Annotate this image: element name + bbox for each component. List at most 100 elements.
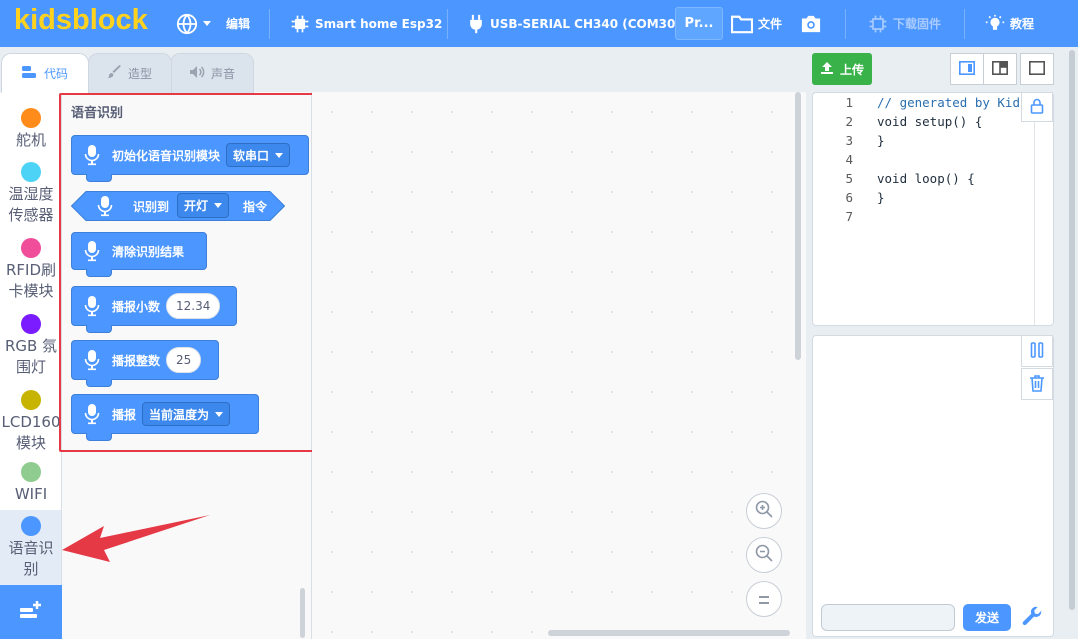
port-selector[interactable]: USB-SERIAL CH340 (COM30) — [467, 0, 681, 47]
add-extension-icon — [18, 600, 44, 625]
tab-costumes[interactable]: 造型 — [88, 53, 172, 93]
app-logo: kidsblock — [14, 4, 148, 36]
code-line: } — [877, 190, 885, 205]
brush-icon — [107, 65, 122, 82]
category-label: LCD160模块 — [1, 413, 61, 452]
add-extension-button[interactable] — [0, 585, 62, 639]
layout-split-icon — [992, 60, 1008, 78]
script-workspace[interactable] — [312, 92, 806, 639]
pause-icon — [1030, 341, 1044, 361]
plug-icon — [467, 14, 485, 34]
file-menu-label: 文件 — [758, 17, 783, 31]
lightbulb-icon — [985, 14, 1005, 34]
category-rgb-light[interactable]: RGB 氛围灯 — [0, 314, 61, 378]
serial-monitor[interactable] — [812, 335, 1054, 637]
device-name: Smart home Esp32 — [315, 16, 443, 31]
chip-outline-icon — [868, 14, 888, 34]
screenshot-button[interactable] — [800, 0, 822, 47]
category-color-dot — [21, 390, 41, 410]
download-firmware-label: 下载固件 — [893, 17, 942, 31]
port-name: USB-SERIAL CH340 (COM30) — [490, 16, 681, 31]
top-bar: kidsblock 编辑 Smart home Esp32 USB-SERIAL… — [0, 0, 1078, 47]
serial-input[interactable] — [821, 604, 955, 631]
code-icon — [21, 66, 38, 81]
line-number: 4 — [845, 152, 853, 167]
layout-split-button[interactable] — [983, 53, 1017, 85]
tab-code-label: 代码 — [43, 67, 68, 81]
send-button[interactable]: 发送 — [963, 604, 1011, 631]
layout-full-button[interactable] — [1020, 53, 1054, 85]
page-scrollbar[interactable] — [1069, 50, 1075, 610]
line-number: 5 — [845, 171, 853, 186]
zoom-out-button[interactable] — [746, 537, 782, 573]
category-menu: 舵机 温湿度传感器 RFID刷卡模块 RGB 氛围灯 LCD160模块 WIFI… — [0, 92, 62, 585]
upload-button[interactable]: 上传 — [812, 53, 872, 85]
folder-icon — [731, 14, 753, 34]
highlight-box-annotation — [59, 93, 321, 452]
zoom-reset-button[interactable] — [746, 581, 782, 617]
pause-button[interactable] — [1021, 335, 1053, 367]
category-color-dot — [21, 108, 41, 128]
lock-icon — [1030, 98, 1044, 117]
category-label: RGB 氛围灯 — [4, 337, 58, 376]
layout-right-panel-icon — [959, 60, 975, 78]
code-line: // generated by Kid — [877, 95, 1020, 110]
edit-menu[interactable]: 编辑 — [226, 0, 250, 47]
category-label: 温湿度传感器 — [8, 185, 54, 224]
category-label: RFID刷卡模块 — [5, 261, 57, 300]
category-color-dot — [21, 238, 41, 258]
code-line: void setup() { — [877, 114, 983, 129]
serial-settings-button[interactable] — [1018, 604, 1046, 632]
workspace-horizontal-scrollbar[interactable] — [548, 630, 790, 636]
language-menu[interactable] — [176, 0, 211, 47]
palette-scrollbar[interactable] — [300, 588, 305, 638]
camera-icon — [800, 14, 822, 34]
divider — [964, 9, 965, 39]
file-menu[interactable]: 文件 — [731, 0, 782, 47]
category-label: 舵机 — [15, 131, 46, 149]
chevron-down-icon — [203, 21, 211, 26]
tab-sounds[interactable]: 声音 — [170, 53, 254, 93]
speaker-icon — [189, 65, 205, 82]
line-number: 7 — [845, 209, 853, 224]
zoom-in-button[interactable] — [746, 493, 782, 529]
layout-full-icon — [1029, 60, 1045, 78]
category-servo[interactable]: 舵机 — [0, 108, 61, 151]
divider — [269, 9, 270, 39]
wrench-icon — [1021, 606, 1043, 631]
tab-sounds-label: 声音 — [210, 67, 235, 81]
category-speech-recognition[interactable]: 语音识别 — [0, 510, 61, 585]
workspace-vertical-scrollbar[interactable] — [795, 92, 801, 360]
category-wifi[interactable]: WIFI — [0, 462, 61, 505]
code-line: } — [877, 133, 885, 148]
tab-code[interactable]: 代码 — [1, 53, 89, 93]
red-arrow-annotation — [62, 515, 210, 562]
equals-icon — [756, 587, 772, 611]
code-gutter-line — [1034, 93, 1035, 325]
upload-label: 上传 — [839, 62, 864, 77]
category-color-dot — [21, 516, 41, 536]
tab-costumes-label: 造型 — [127, 67, 152, 81]
category-color-dot — [21, 314, 41, 334]
tutorial-button[interactable]: 教程 — [985, 0, 1034, 47]
tutorial-label: 教程 — [1010, 17, 1035, 31]
globe-icon — [176, 13, 198, 35]
upload-icon — [820, 61, 834, 78]
project-button[interactable]: Pr... — [675, 7, 723, 40]
divider — [845, 9, 846, 39]
category-rfid[interactable]: RFID刷卡模块 — [0, 238, 61, 302]
trash-icon — [1029, 374, 1045, 395]
zoom-out-icon — [754, 543, 774, 568]
code-preview[interactable]: 1 // generated by Kid 2 void setup() { 3… — [812, 92, 1054, 326]
category-label: WIFI — [14, 485, 48, 503]
line-number: 3 — [845, 133, 853, 148]
device-selector[interactable]: Smart home Esp32 — [290, 0, 442, 47]
layout-code-sidebar-button[interactable] — [950, 53, 984, 85]
download-firmware-button[interactable]: 下载固件 — [868, 0, 941, 47]
category-temp-humidity[interactable]: 温湿度传感器 — [0, 162, 61, 226]
category-lcd1602[interactable]: LCD160模块 — [0, 390, 61, 454]
line-number: 6 — [845, 190, 853, 205]
code-lock-button[interactable] — [1021, 92, 1053, 122]
clear-serial-button[interactable] — [1021, 368, 1053, 400]
category-color-dot — [21, 462, 41, 482]
